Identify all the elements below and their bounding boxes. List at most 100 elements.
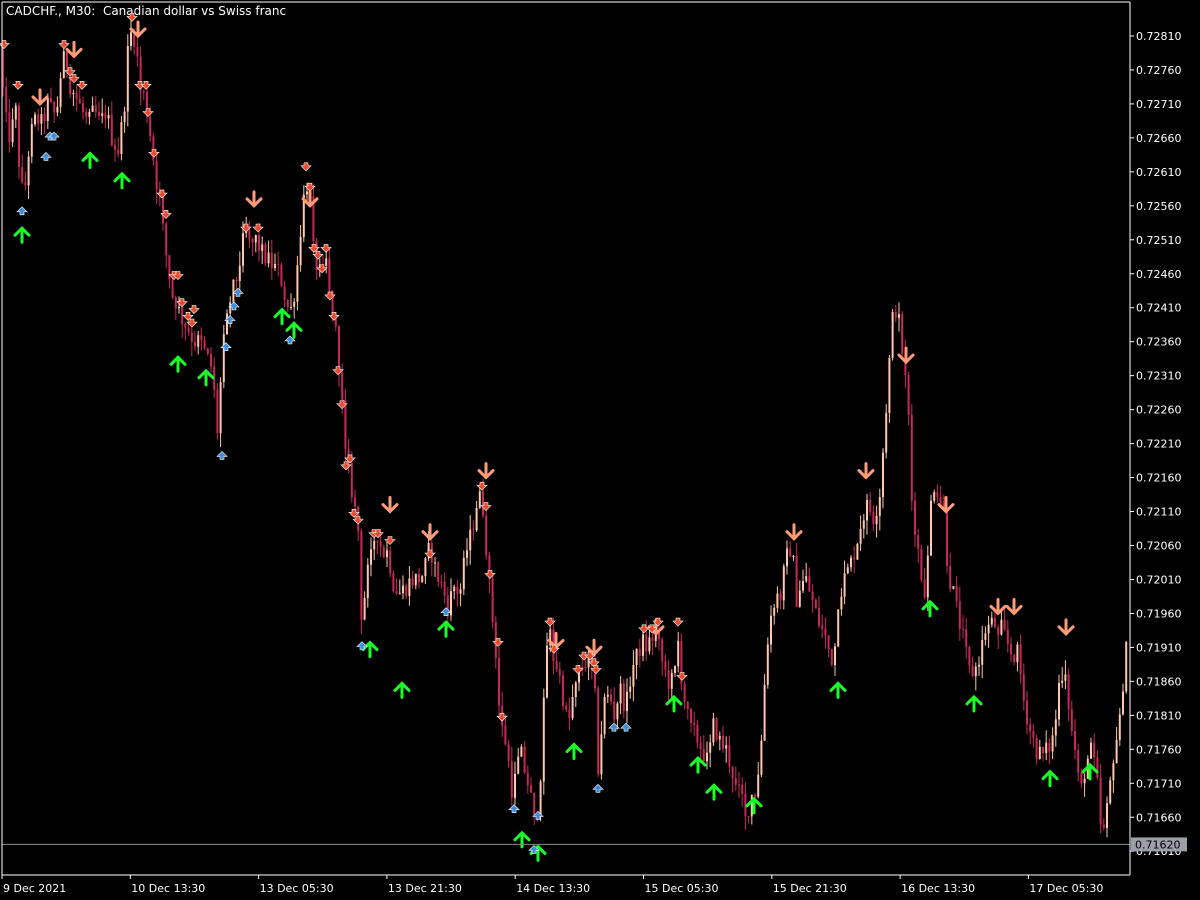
time-axis: 9 Dec 2021 10 Dec 13:30 13 Dec 05:30 13 Dec…: [1, 875, 1103, 895]
sell-arrow-large-shape: [897, 346, 915, 365]
candle-body: [350, 462, 353, 498]
y-tick-label: 0.72760: [1136, 64, 1182, 77]
sell-arrow-large: [65, 40, 83, 59]
sell-arrow-small: [312, 250, 324, 260]
candle-body: [117, 149, 120, 154]
candle-body: [405, 585, 408, 596]
sell-arrow-large: [245, 190, 263, 208]
candle-body: [11, 119, 14, 143]
candle-body: [437, 562, 440, 582]
sell-arrow-large-shape: [301, 190, 319, 208]
candle-body: [478, 491, 481, 508]
candle-body: [859, 528, 862, 544]
candle-body: [485, 515, 488, 556]
candle-body: [242, 233, 244, 266]
y-tick-label: 0.72510: [1136, 234, 1182, 247]
sell-arrow-large-shape: [421, 523, 439, 541]
sell-arrow-small: [424, 549, 436, 559]
candle-body: [229, 302, 232, 314]
candle-body: [296, 265, 299, 302]
buy-arrow-large: [197, 368, 215, 387]
candle-body: [1035, 737, 1038, 760]
y-tick-label: 0.72560: [1136, 200, 1182, 213]
buy-arrow-small: [220, 342, 232, 351]
candle-body: [440, 581, 443, 583]
candle-body: [638, 648, 641, 656]
y-tick-label: 0.71960: [1136, 607, 1182, 620]
candle-body: [142, 91, 145, 93]
candle-body: [971, 665, 974, 677]
candle-body: [939, 496, 942, 504]
y-tick-label: 0.72360: [1136, 336, 1182, 349]
candle-body: [629, 686, 632, 692]
candle-body: [840, 596, 843, 610]
candle-body: [757, 774, 760, 797]
candle-body: [34, 114, 36, 125]
candle-body: [728, 745, 731, 767]
buy-arrow-large: [745, 796, 763, 815]
y-tick-label: 0.71860: [1136, 675, 1182, 688]
y-tick-label: 0.72110: [1136, 506, 1182, 519]
candle-body: [571, 697, 574, 719]
candle-body: [1010, 643, 1012, 655]
candle-body: [952, 586, 955, 589]
y-tick-label: 0.71760: [1136, 743, 1182, 756]
candle-body: [453, 586, 456, 592]
candle-body: [837, 609, 840, 647]
candle-body: [779, 593, 782, 601]
candle-body: [261, 244, 264, 251]
y-tick-label: 0.72710: [1136, 98, 1182, 111]
candle-body: [123, 111, 126, 123]
candle-body: [907, 375, 910, 416]
candle-body: [696, 724, 699, 743]
candle-body: [1090, 742, 1092, 759]
sell-arrow-large-shape: [31, 88, 49, 107]
candle-body: [811, 591, 814, 601]
buy-arrow-large: [285, 321, 303, 339]
candle-body: [197, 335, 200, 347]
candle-body: [306, 191, 308, 195]
candle-body: [98, 111, 100, 116]
candle-body: [715, 718, 718, 740]
candle-body: [498, 658, 500, 706]
sell-arrow-small: [300, 162, 312, 172]
y-tick-label: 0.71710: [1136, 777, 1182, 790]
candle-body: [274, 264, 276, 269]
sell-arrow-small: [672, 617, 684, 627]
candle-body: [936, 492, 939, 497]
candle-body: [555, 660, 558, 670]
candle-body: [459, 589, 462, 594]
buy-arrow-large: [921, 599, 939, 618]
candle-body: [808, 576, 811, 592]
candle-body: [843, 573, 846, 597]
candle-body: [408, 578, 411, 596]
candle-body: [626, 691, 628, 712]
candle-body: [1029, 724, 1032, 731]
candle-body: [107, 115, 110, 119]
candle-body: [965, 629, 968, 647]
candle-body: [1115, 739, 1118, 764]
candle-body: [174, 297, 177, 309]
sell-arrow-large: [1005, 597, 1023, 616]
candle-body: [824, 628, 827, 636]
y-tick-label: 0.72410: [1136, 302, 1182, 315]
sell-arrow-large-shape: [785, 523, 803, 541]
candle-body: [987, 624, 990, 634]
candle-body: [990, 617, 993, 625]
candle-body: [491, 578, 494, 623]
candle-body: [14, 105, 17, 120]
candle-body: [709, 742, 712, 753]
sell-arrow-small: [142, 108, 154, 117]
candle-body: [434, 562, 436, 564]
price-chart[interactable]: 0.72810 0.72760 0.72710 0.72660 0.72610 0.725…: [0, 0, 1200, 900]
candle-body: [613, 701, 616, 720]
candle-body: [622, 683, 625, 712]
candle-body: [526, 772, 529, 786]
candle-body: [238, 265, 241, 281]
sell-arrow-small: [148, 148, 160, 158]
x-tick-label: 16 Dec 13:30: [901, 882, 975, 895]
candle-body: [366, 564, 369, 599]
candle-body: [354, 497, 356, 507]
candle-body: [363, 598, 366, 620]
candle-body: [267, 252, 270, 264]
